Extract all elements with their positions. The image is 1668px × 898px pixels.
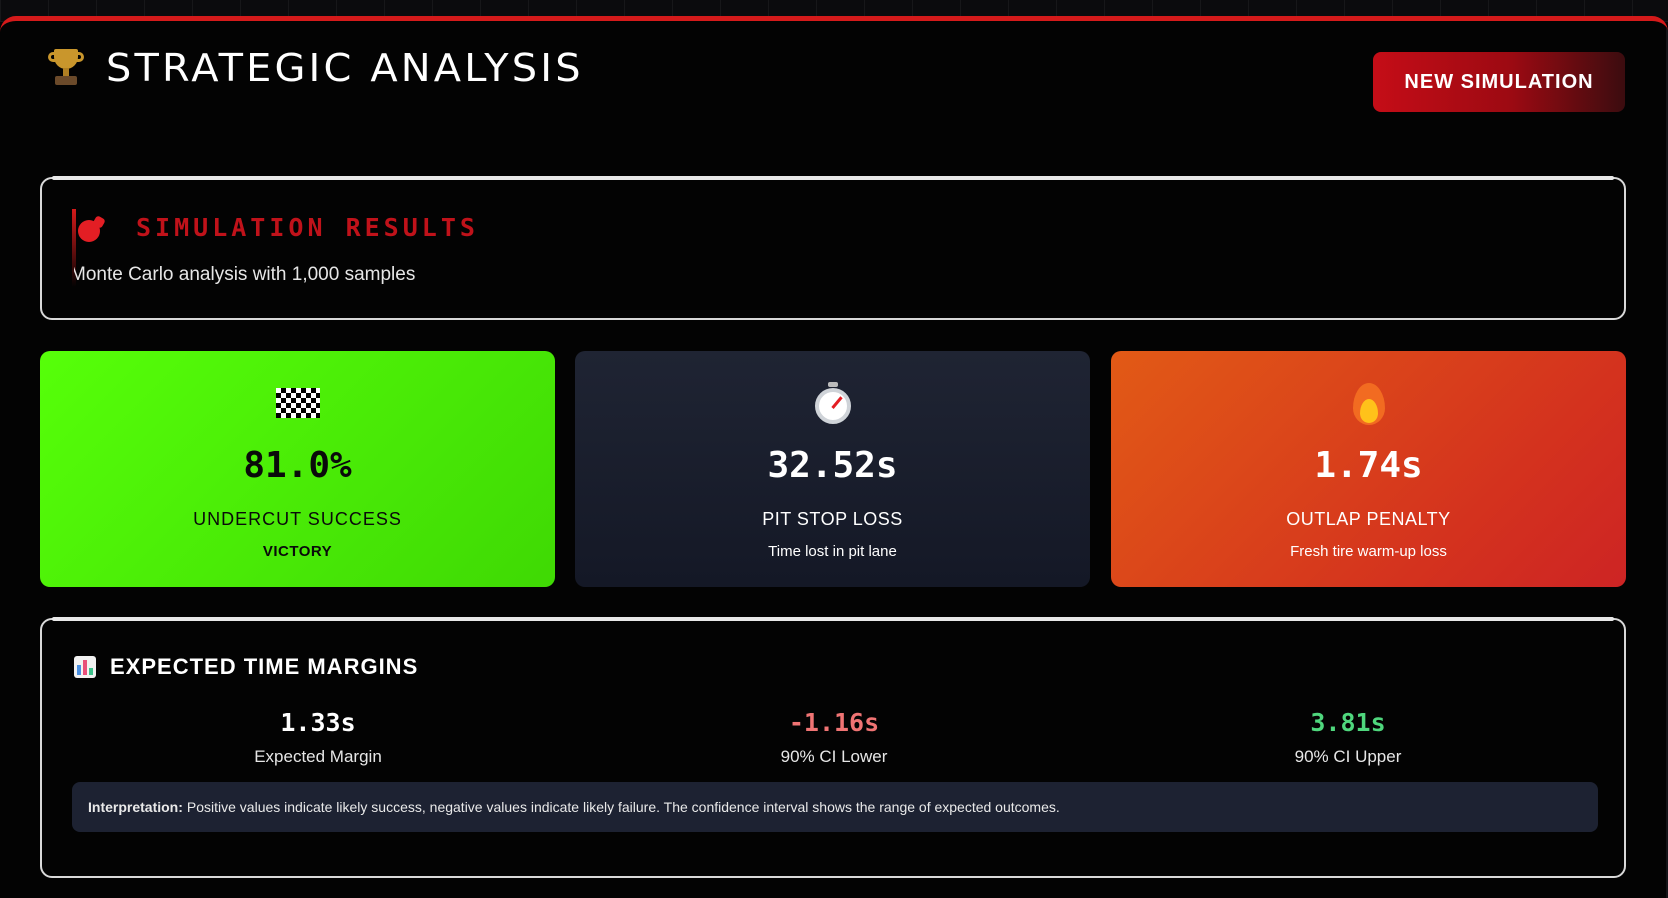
simulation-results-card: SIMULATION RESULTS Monte Carlo analysis … — [40, 176, 1626, 320]
margin-value: 3.81s — [1310, 708, 1386, 737]
metric-label: UNDERCUT SUCCESS — [193, 509, 402, 529]
metric-description: Fresh tire warm-up loss — [1290, 543, 1447, 560]
metric-value: 32.52s — [767, 445, 898, 486]
margin-ci-upper: 3.81s 90% CI Upper — [1198, 708, 1498, 767]
margin-label: 90% CI Upper — [1294, 747, 1402, 766]
page-title: STRATEGIC ANALYSIS — [106, 46, 584, 90]
margin-ci-lower: -1.16s 90% CI Lower — [684, 708, 984, 767]
results-title: SIMULATION RESULTS — [136, 213, 479, 242]
bar-chart-icon — [74, 656, 96, 678]
metric-label: PIT STOP LOSS — [762, 509, 903, 529]
expected-time-margins-card: EXPECTED TIME MARGINS 1.33s Expected Mar… — [40, 617, 1626, 878]
metric-card-pit-stop-loss: 32.52s PIT STOP LOSS Time lost in pit la… — [575, 351, 1090, 587]
margin-expected: 1.33s Expected Margin — [168, 708, 468, 767]
margin-value: -1.16s — [788, 708, 880, 737]
margin-label: Expected Margin — [254, 747, 382, 766]
metric-description: Time lost in pit lane — [768, 543, 897, 560]
interpretation-note: Interpretation: Positive values indicate… — [72, 782, 1598, 832]
panel-accent-bar — [0, 16, 1668, 21]
margin-label: 90% CI Lower — [780, 747, 888, 766]
interpretation-label: Interpretation: — [88, 799, 183, 815]
margins-title: EXPECTED TIME MARGINS — [110, 654, 419, 679]
metric-status: VICTORY — [262, 543, 333, 560]
interpretation-text: Positive values indicate likely success,… — [186, 799, 1060, 815]
bomb-icon — [78, 215, 106, 243]
stopwatch-icon — [814, 382, 851, 424]
metric-label: OUTLAP PENALTY — [1286, 509, 1451, 529]
page-header: STRATEGIC ANALYSIS — [48, 46, 581, 90]
margin-value: 1.33s — [280, 708, 356, 737]
trophy-icon — [48, 47, 84, 89]
checkered-flag-icon — [275, 388, 320, 418]
margins-header: EXPECTED TIME MARGINS — [74, 654, 418, 680]
metric-value: 81.0% — [243, 445, 352, 486]
results-subtitle: Monte Carlo analysis with 1,000 samples — [74, 264, 416, 285]
metric-value: 1.74s — [1314, 445, 1423, 486]
new-simulation-button[interactable]: NEW SIMULATION — [1373, 52, 1625, 112]
metric-card-undercut-success: 81.0% UNDERCUT SUCCESS VICTORY — [40, 351, 555, 587]
fire-icon — [1352, 381, 1385, 425]
metric-card-outlap-penalty: 1.74s OUTLAP PENALTY Fresh tire warm-up … — [1111, 351, 1626, 587]
